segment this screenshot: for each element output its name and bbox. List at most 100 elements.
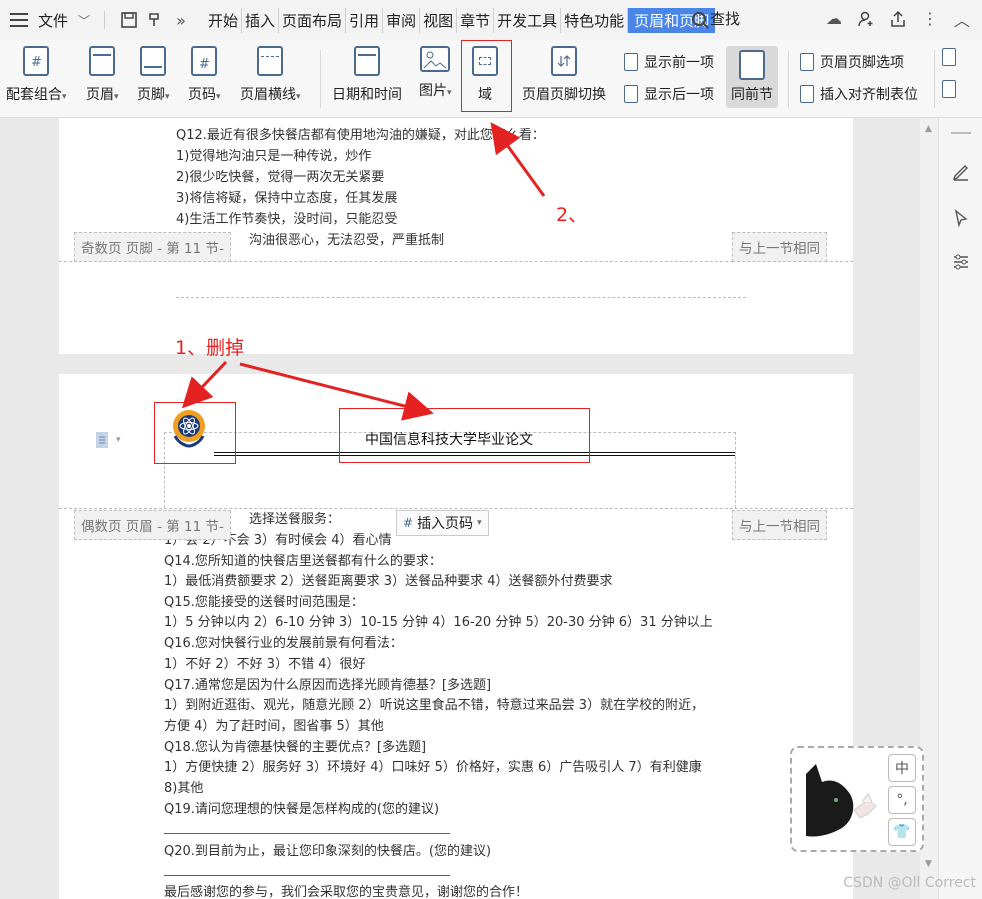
same-as-previous-icon [739, 50, 765, 80]
hamburger-menu-icon[interactable] [10, 13, 28, 27]
more-options-icon[interactable]: ⋮ [920, 9, 940, 29]
doc-line: 1）到附近逛街、观光，随意光顾 2）听说这里食品不错，特意过来品尝 3）就在学校… [164, 698, 705, 713]
tab-view[interactable]: 视图 [420, 8, 458, 33]
header-icon [89, 46, 116, 76]
footer-label: 页脚 [137, 87, 165, 103]
footer-area-bottom [176, 297, 746, 298]
dropdown-marker: ▾ [62, 92, 67, 102]
same-as-prev-tag-2: 与上一节相同 [732, 510, 827, 540]
right-sidebar [938, 118, 982, 899]
doc-line: 沟油很恶心，无法忍受，严重抵制 [249, 233, 445, 248]
file-menu[interactable]: 文件 [38, 10, 68, 31]
overflow-item-1[interactable] [942, 48, 956, 66]
annotation-box-logo [154, 402, 236, 464]
ime-skin-button[interactable]: 👕 [888, 818, 916, 846]
header-button[interactable]: 页眉▾ [86, 46, 119, 104]
calendar-icon [354, 46, 380, 76]
show-previous-label: 显示前一项 [644, 55, 714, 71]
page-number-icon: # [191, 46, 218, 76]
package-combo-button[interactable]: # 配套组合▾ [6, 46, 67, 104]
header-line-button[interactable]: 页眉横线▾ [240, 46, 301, 104]
menu-bar: 文件 ﹀ » 开始 插入 页面布局 引用 审阅 视图 章节 开发工具 特色功能 … [0, 0, 982, 40]
doc-line: 1)觉得地沟油只是一种传说，炒作 [176, 149, 372, 164]
header-footer-switch-button[interactable]: 页眉页脚切换 [522, 46, 606, 104]
doc-line: Q20.到目前为止，最让您印象深刻的快餐店。(您的建议) [164, 844, 492, 859]
tab-references[interactable]: 引用 [346, 8, 384, 33]
insert-align-tab-button[interactable]: 插入对齐制表位 [800, 84, 918, 104]
switch-icon [551, 46, 577, 76]
show-next-button[interactable]: 显示后一项 [624, 84, 714, 104]
doc-line: 4)生活工作节奏快，没时间，只能忍受 [176, 212, 398, 227]
overflow-item-2[interactable] [942, 80, 956, 98]
tab-features[interactable]: 特色功能 [561, 8, 629, 33]
annotation-box-header-text [339, 408, 590, 463]
collapse-ribbon-icon[interactable]: ︿ [952, 9, 972, 30]
date-time-button[interactable]: 日期和时间 [332, 46, 402, 104]
ime-widget[interactable]: 中 °, 👕 [790, 746, 924, 852]
doc-line: 1）5 分钟以内 2）6-10 分钟 3）10-15 分钟 4）16-20 分钟… [164, 615, 713, 630]
pen-icon[interactable] [951, 162, 971, 186]
tab-review[interactable]: 审阅 [383, 8, 421, 33]
package-combo-label: 配套组合 [6, 87, 62, 103]
doc-line: Q12.最近有很多快餐店都有使用地沟油的嫌疑，对此您怎么看： [176, 128, 545, 143]
format-painter-icon[interactable] [145, 10, 165, 30]
adjust-settings-icon[interactable] [951, 252, 971, 276]
cloud-icon[interactable]: ☁ [824, 9, 844, 29]
tab-section[interactable]: 章节 [457, 8, 495, 33]
search-icon [691, 11, 706, 26]
doc-line: 1）最低消费额要求 2）送餐距离要求 3）送餐品种要求 4）送餐额外付费要求 [164, 574, 613, 589]
package-combo-icon: # [23, 46, 50, 76]
annotation-step1: 1、删掉 [175, 337, 245, 359]
save-icon[interactable] [119, 10, 139, 30]
ribbon-tabs: 开始 插入 页面布局 引用 审阅 视图 章节 开发工具 特色功能 页眉和页脚 [205, 8, 716, 33]
same-as-previous-button[interactable]: 同前节 [726, 46, 778, 108]
page-number-label: 页码 [188, 87, 216, 103]
annotation-step2: 2、 [556, 204, 588, 226]
tab-page-layout[interactable]: 页面布局 [279, 8, 347, 33]
add-user-icon[interactable] [856, 9, 876, 29]
dropdown-marker: ▾ [165, 92, 170, 102]
insert-align-tab-label: 插入对齐制表位 [820, 87, 918, 103]
dropdown-marker: ▾ [216, 92, 221, 102]
show-next-icon [624, 85, 638, 103]
tab-developer[interactable]: 开发工具 [494, 8, 562, 33]
more-arrows-icon[interactable]: » [171, 10, 191, 30]
options-icon [800, 53, 814, 71]
search-button[interactable]: 查找 [691, 8, 740, 29]
picture-button[interactable]: 图片▾ [419, 46, 452, 100]
cursor-select-icon[interactable] [951, 208, 971, 232]
cat-avatar-icon [798, 754, 884, 846]
insert-page-number-button[interactable]: # 插入页码 ▾ [396, 510, 489, 536]
doc-line: 方便 4）为了赶时间，图省事 5）其他 [164, 719, 384, 734]
show-previous-button[interactable]: 显示前一项 [624, 52, 714, 72]
page-number-button[interactable]: # 页码▾ [188, 46, 221, 104]
chevron-down-icon[interactable]: ﹀ [78, 12, 90, 29]
doc-line: 1）方便快捷 2）服务好 3）环境好 4）口味好 5）价格好，实惠 6）广告吸引… [164, 760, 702, 775]
watermark: CSDN @Oll Correct [843, 875, 976, 891]
even-header-tag: 偶数页 页眉 - 第 11 节- [74, 510, 231, 540]
header-label: 页眉 [86, 87, 114, 103]
insert-page-number-label: 插入页码 [417, 516, 474, 532]
tab-home[interactable]: 开始 [205, 8, 243, 33]
date-time-label: 日期和时间 [332, 87, 402, 103]
footer-icon [140, 46, 167, 76]
header-footer-options-button[interactable]: 页眉页脚选项 [800, 52, 904, 72]
odd-footer-tag: 奇数页 页脚 - 第 11 节- [74, 232, 231, 262]
footer-button[interactable]: 页脚▾ [137, 46, 170, 104]
header-settings-icon[interactable]: ▾ [94, 430, 121, 450]
doc-line: Q14.您所知道的快餐店里送餐都有什么的要求： [164, 554, 442, 569]
doc-line: 2)很少吃快餐，觉得一两次无关紧要 [176, 170, 385, 185]
doc-line: 1）不好 2）不好 3）不错 4）很好 [164, 657, 366, 672]
share-icon[interactable] [888, 9, 908, 29]
same-as-previous-label: 同前节 [731, 87, 773, 103]
header-line-label: 页眉横线 [240, 87, 296, 103]
doc-line: 选择送餐服务： [249, 512, 341, 527]
dropdown-marker: ▾ [477, 518, 482, 528]
doc-line: ________________________________________… [164, 820, 450, 835]
annotation-box-field [461, 40, 512, 112]
ime-chinese-button[interactable]: 中 [888, 754, 916, 782]
tab-insert[interactable]: 插入 [242, 8, 280, 33]
align-tab-icon [800, 85, 814, 103]
ime-punctuation-button[interactable]: °, [888, 786, 916, 814]
doc-line: ________________________________________… [164, 862, 450, 877]
